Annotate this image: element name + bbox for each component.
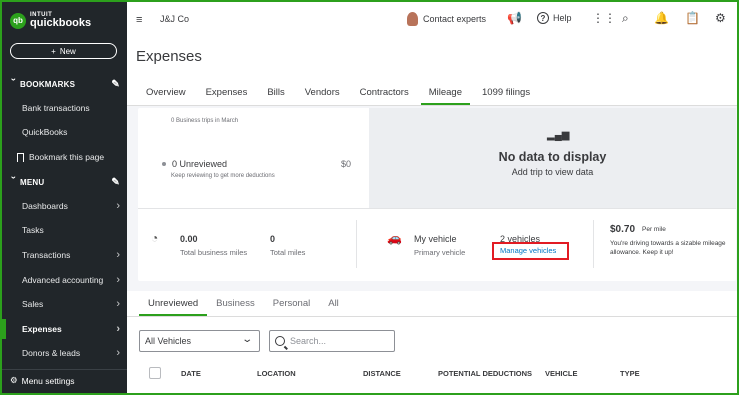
chevron-down-icon: ›: [9, 176, 19, 180]
expert-avatar: [407, 12, 418, 26]
bookmark-this-page[interactable]: Bookmark this page: [2, 147, 127, 167]
edit-pencil-icon[interactable]: ✎: [111, 177, 120, 188]
search-icon[interactable]: ⌕: [622, 11, 629, 26]
new-button[interactable]: + New: [10, 43, 117, 59]
gear-icon: ⚙: [10, 375, 18, 385]
business-miles-value: 0.00: [180, 234, 198, 244]
bookmark-quickbooks[interactable]: QuickBooks: [2, 122, 127, 142]
chevron-down-icon: ⌄: [240, 334, 253, 345]
stat-separator: [356, 220, 357, 268]
collapse-menu-icon[interactable]: ≡: [136, 14, 142, 26]
menu-settings-button[interactable]: ⚙ Menu settings: [10, 375, 75, 386]
sidebar: qb INTUIT quickbooks + New › BOOKMARKS ✎…: [2, 2, 127, 393]
apps-grid-icon[interactable]: ⋮⋮: [592, 11, 616, 25]
manage-vehicles-link[interactable]: Manage vehicles: [500, 246, 556, 255]
question-icon: ?: [537, 12, 549, 24]
tab-expenses[interactable]: Expenses: [196, 86, 258, 106]
mileage-rate-unit: Per mile: [642, 226, 666, 233]
chevron-right-icon: ›: [116, 200, 120, 212]
quickbooks-logo[interactable]: qb INTUIT quickbooks: [10, 12, 91, 29]
chevron-right-icon: ›: [116, 249, 120, 261]
app-window: qb INTUIT quickbooks + New › BOOKMARKS ✎…: [2, 2, 737, 393]
card-divider: [138, 208, 736, 209]
column-location[interactable]: LOCATION: [257, 369, 296, 378]
sidebar-divider: [2, 369, 127, 370]
sidebar-item-sales[interactable]: Sales ›: [2, 294, 127, 314]
sidebar-item-dashboards[interactable]: Dashboards ›: [2, 196, 127, 216]
unreviewed-amount: $0: [341, 159, 352, 169]
trip-filter-tabs: Unreviewed Business Personal All: [139, 297, 348, 317]
tab-1099-filings[interactable]: 1099 filings: [472, 86, 540, 106]
sidebar-item-expenses[interactable]: Expenses ›: [2, 319, 127, 339]
sidebar-item-tasks[interactable]: Tasks: [2, 220, 127, 240]
trips-search-input[interactable]: Search...: [269, 330, 395, 352]
column-date[interactable]: DATE: [181, 369, 201, 378]
chevron-right-icon: ›: [116, 298, 120, 310]
mileage-content: 0 Business trips in March 0 Unreviewed $…: [127, 106, 737, 393]
select-all-checkbox[interactable]: [149, 367, 161, 379]
no-data-title: No data to display: [498, 150, 607, 164]
bell-icon[interactable]: 🔔: [654, 11, 669, 25]
bar-chart-icon: ▂▄▆: [547, 130, 570, 141]
plus-icon: +: [51, 46, 56, 56]
tab-unreviewed[interactable]: Unreviewed: [139, 297, 208, 317]
chevron-right-icon: ›: [116, 274, 120, 286]
vehicle-filter-select[interactable]: All Vehicles ⌄: [139, 330, 260, 352]
tab-bills[interactable]: Bills: [257, 86, 294, 106]
help-button[interactable]: ? Help: [537, 12, 572, 24]
mileage-summary-card: 0 Business trips in March 0 Unreviewed $…: [138, 108, 736, 281]
column-vehicle[interactable]: VEHICLE: [545, 369, 578, 378]
unreviewed-note: Keep reviewing to get more deductions: [171, 173, 275, 179]
contact-experts-button[interactable]: Contact experts: [407, 12, 486, 26]
column-distance[interactable]: DISTANCE: [363, 369, 401, 378]
search-icon: [275, 336, 285, 346]
logo-quickbooks-text: quickbooks: [30, 17, 92, 29]
tab-contractors[interactable]: Contractors: [350, 86, 419, 106]
chevron-down-icon: ›: [9, 78, 19, 82]
tab-personal[interactable]: Personal: [264, 297, 320, 317]
chevron-right-icon: ›: [116, 323, 120, 335]
company-name: J&J Co: [160, 14, 190, 24]
clipboard-icon[interactable]: 📋: [685, 11, 700, 25]
bookmark-icon: [17, 152, 24, 162]
menu-header[interactable]: › MENU ✎: [8, 172, 120, 192]
page-title: Expenses: [136, 48, 202, 65]
business-miles-label: Total business miles: [180, 248, 248, 257]
car-icon: 🚗: [387, 231, 402, 245]
mileage-rate-description: You're driving towards a sizable mileage…: [610, 240, 726, 256]
mileage-rate: $0.70: [610, 224, 636, 235]
no-data-panel: ▂▄▆ No data to display Add trip to view …: [369, 108, 736, 208]
speedometer-icon: ◔: [151, 231, 159, 245]
tab-vendors[interactable]: Vendors: [295, 86, 350, 106]
sidebar-item-transactions[interactable]: Transactions ›: [2, 245, 127, 265]
vehicle-title: My vehicle: [414, 234, 457, 244]
qb-logo-icon: qb: [10, 12, 26, 29]
sub-tabs-divider: [127, 316, 737, 317]
trips-note: 0 Business trips in March: [171, 118, 239, 124]
total-miles-value: 0: [270, 234, 276, 244]
tab-all[interactable]: All: [319, 297, 348, 317]
no-data-subtitle: Add trip to view data: [511, 167, 594, 177]
total-miles-label: Total miles: [270, 248, 306, 257]
unreviewed-summary[interactable]: 0 Unreviewed: [162, 159, 227, 169]
settings-gear-icon[interactable]: ⚙: [715, 11, 726, 25]
megaphone-icon[interactable]: 📢: [507, 11, 522, 25]
top-bar: ≡ J&J Co Contact experts 📢 ? Help ⋮⋮ ⌕ 🔔…: [127, 2, 737, 38]
chevron-right-icon: ›: [116, 347, 120, 359]
bookmark-bank-transactions[interactable]: Bank transactions: [2, 98, 127, 118]
tab-overview[interactable]: Overview: [136, 86, 196, 106]
bookmarks-header[interactable]: › BOOKMARKS ✎: [8, 74, 120, 94]
sidebar-item-donors-leads[interactable]: Donors & leads ›: [2, 343, 127, 363]
bullet-dot: [162, 162, 166, 166]
tab-mileage[interactable]: Mileage: [419, 86, 472, 106]
column-type[interactable]: TYPE: [620, 369, 640, 378]
sidebar-item-advanced-accounting[interactable]: Advanced accounting ›: [2, 270, 127, 290]
edit-pencil-icon[interactable]: ✎: [111, 79, 120, 90]
page-tabs: Overview Expenses Bills Vendors Contract…: [136, 86, 540, 106]
trips-section: Unreviewed Business Personal All All Veh…: [127, 291, 737, 393]
stat-separator: [593, 220, 594, 268]
vehicle-subtitle: Primary vehicle: [414, 248, 466, 257]
tab-business[interactable]: Business: [207, 297, 264, 317]
column-potential-deductions[interactable]: POTENTIAL DEDUCTIONS: [438, 369, 532, 378]
